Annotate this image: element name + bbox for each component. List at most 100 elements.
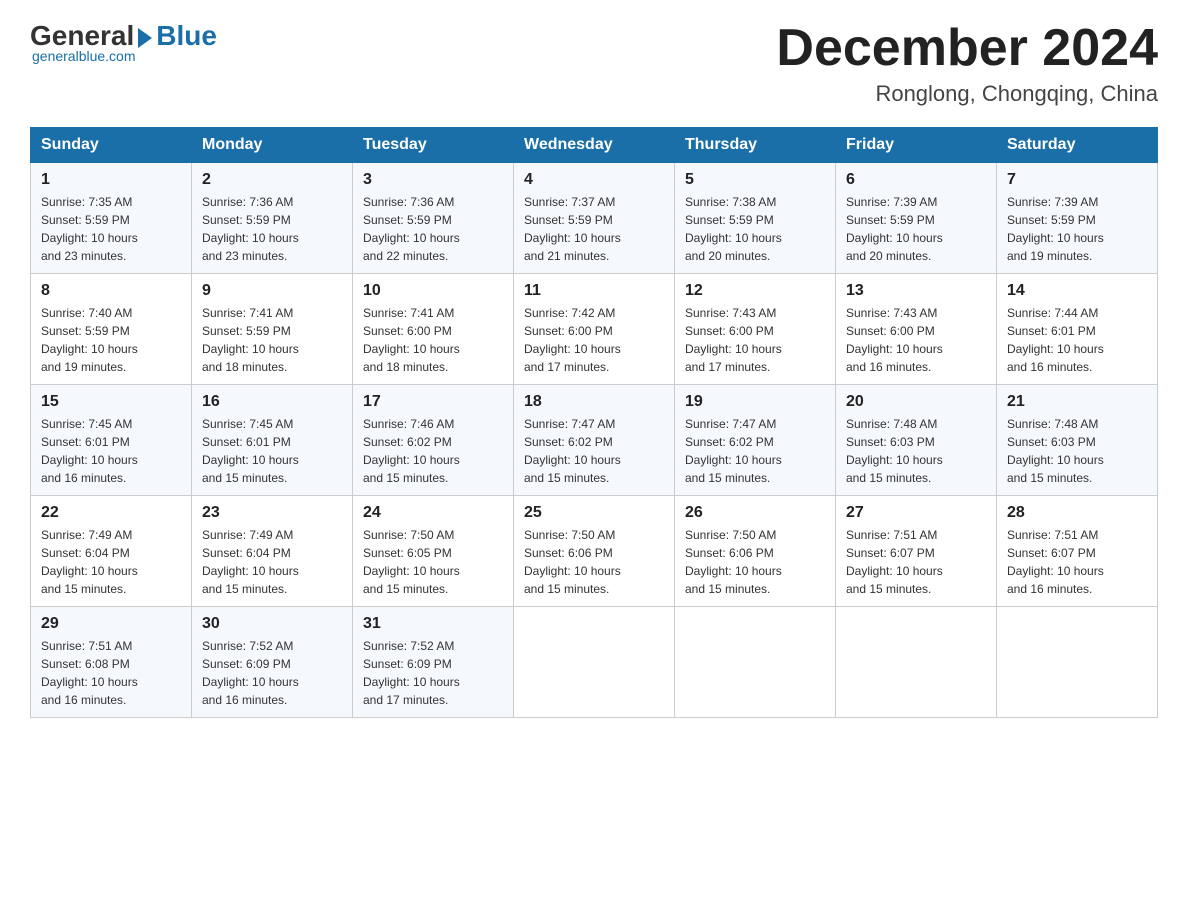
day-info: Sunrise: 7:38 AMSunset: 5:59 PMDaylight:…	[685, 195, 782, 263]
calendar-cell: 14 Sunrise: 7:44 AMSunset: 6:01 PMDayligh…	[997, 274, 1158, 385]
calendar-cell: 10 Sunrise: 7:41 AMSunset: 6:00 PMDayligh…	[353, 274, 514, 385]
day-info: Sunrise: 7:50 AMSunset: 6:06 PMDaylight:…	[685, 528, 782, 596]
day-number: 9	[202, 282, 342, 300]
day-number: 28	[1007, 504, 1147, 522]
day-number: 14	[1007, 282, 1147, 300]
day-info: Sunrise: 7:39 AMSunset: 5:59 PMDaylight:…	[1007, 195, 1104, 263]
calendar-subtitle: Ronglong, Chongqing, China	[776, 81, 1158, 107]
calendar-cell: 8 Sunrise: 7:40 AMSunset: 5:59 PMDaylight…	[31, 274, 192, 385]
calendar-cell: 31Sunrise: 7:52 AMSunset: 6:09 PMDayligh…	[353, 607, 514, 718]
day-number: 5	[685, 171, 825, 189]
day-number: 21	[1007, 393, 1147, 411]
day-number: 26	[685, 504, 825, 522]
week-row-3: 15 Sunrise: 7:45 AMSunset: 6:01 PMDayligh…	[31, 385, 1158, 496]
calendar-table: Sunday Monday Tuesday Wednesday Thursday…	[30, 127, 1158, 718]
day-info: Sunrise: 7:40 AMSunset: 5:59 PMDaylight:…	[41, 306, 138, 374]
day-info: Sunrise: 7:37 AMSunset: 5:59 PMDaylight:…	[524, 195, 621, 263]
calendar-cell: 11Sunrise: 7:42 AMSunset: 6:00 PMDayligh…	[514, 274, 675, 385]
day-info: Sunrise: 7:47 AMSunset: 6:02 PMDaylight:…	[685, 417, 782, 485]
week-row-4: 22Sunrise: 7:49 AMSunset: 6:04 PMDayligh…	[31, 496, 1158, 607]
day-info: Sunrise: 7:41 AMSunset: 5:59 PMDaylight:…	[202, 306, 299, 374]
calendar-cell	[675, 607, 836, 718]
page-header: General Blue generalblue.com December 20…	[30, 20, 1158, 107]
day-info: Sunrise: 7:45 AMSunset: 6:01 PMDaylight:…	[202, 417, 299, 485]
day-info: Sunrise: 7:39 AMSunset: 5:59 PMDaylight:…	[846, 195, 943, 263]
week-row-5: 29Sunrise: 7:51 AMSunset: 6:08 PMDayligh…	[31, 607, 1158, 718]
day-info: Sunrise: 7:44 AMSunset: 6:01 PMDaylight:…	[1007, 306, 1104, 374]
day-number: 13	[846, 282, 986, 300]
title-section: December 2024 Ronglong, Chongqing, China	[776, 20, 1158, 107]
day-number: 19	[685, 393, 825, 411]
day-number: 8	[41, 282, 181, 300]
day-info: Sunrise: 7:51 AMSunset: 6:07 PMDaylight:…	[846, 528, 943, 596]
calendar-cell: 24Sunrise: 7:50 AMSunset: 6:05 PMDayligh…	[353, 496, 514, 607]
calendar-cell: 9 Sunrise: 7:41 AMSunset: 5:59 PMDaylight…	[192, 274, 353, 385]
day-number: 12	[685, 282, 825, 300]
calendar-cell: 27 Sunrise: 7:51 AMSunset: 6:07 PMDayligh…	[836, 496, 997, 607]
calendar-cell: 5 Sunrise: 7:38 AMSunset: 5:59 PMDaylight…	[675, 163, 836, 274]
weekday-header-row: Sunday Monday Tuesday Wednesday Thursday…	[31, 128, 1158, 163]
day-info: Sunrise: 7:47 AMSunset: 6:02 PMDaylight:…	[524, 417, 621, 485]
day-info: Sunrise: 7:35 AMSunset: 5:59 PMDaylight:…	[41, 195, 138, 263]
calendar-cell: 17 Sunrise: 7:46 AMSunset: 6:02 PMDayligh…	[353, 385, 514, 496]
logo-tagline: generalblue.com	[32, 48, 136, 64]
day-number: 25	[524, 504, 664, 522]
calendar-cell: 2 Sunrise: 7:36 AMSunset: 5:59 PMDaylight…	[192, 163, 353, 274]
day-info: Sunrise: 7:48 AMSunset: 6:03 PMDaylight:…	[1007, 417, 1104, 485]
day-number: 6	[846, 171, 986, 189]
day-number: 15	[41, 393, 181, 411]
day-info: Sunrise: 7:36 AMSunset: 5:59 PMDaylight:…	[202, 195, 299, 263]
header-tuesday: Tuesday	[353, 128, 514, 163]
calendar-cell: 4 Sunrise: 7:37 AMSunset: 5:59 PMDaylight…	[514, 163, 675, 274]
calendar-cell: 26 Sunrise: 7:50 AMSunset: 6:06 PMDayligh…	[675, 496, 836, 607]
day-info: Sunrise: 7:41 AMSunset: 6:00 PMDaylight:…	[363, 306, 460, 374]
day-info: Sunrise: 7:52 AMSunset: 6:09 PMDaylight:…	[202, 639, 299, 707]
day-number: 7	[1007, 171, 1147, 189]
day-number: 1	[41, 171, 181, 189]
header-wednesday: Wednesday	[514, 128, 675, 163]
header-monday: Monday	[192, 128, 353, 163]
day-number: 4	[524, 171, 664, 189]
calendar-cell: 16 Sunrise: 7:45 AMSunset: 6:01 PMDayligh…	[192, 385, 353, 496]
calendar-cell: 12 Sunrise: 7:43 AMSunset: 6:00 PMDayligh…	[675, 274, 836, 385]
calendar-cell: 15 Sunrise: 7:45 AMSunset: 6:01 PMDayligh…	[31, 385, 192, 496]
calendar-cell: 18 Sunrise: 7:47 AMSunset: 6:02 PMDayligh…	[514, 385, 675, 496]
day-number: 2	[202, 171, 342, 189]
header-friday: Friday	[836, 128, 997, 163]
day-info: Sunrise: 7:36 AMSunset: 5:59 PMDaylight:…	[363, 195, 460, 263]
day-info: Sunrise: 7:48 AMSunset: 6:03 PMDaylight:…	[846, 417, 943, 485]
day-number: 17	[363, 393, 503, 411]
week-row-2: 8 Sunrise: 7:40 AMSunset: 5:59 PMDaylight…	[31, 274, 1158, 385]
day-number: 23	[202, 504, 342, 522]
day-info: Sunrise: 7:43 AMSunset: 6:00 PMDaylight:…	[846, 306, 943, 374]
calendar-title: December 2024	[776, 20, 1158, 77]
day-info: Sunrise: 7:50 AMSunset: 6:06 PMDaylight:…	[524, 528, 621, 596]
calendar-cell: 21 Sunrise: 7:48 AMSunset: 6:03 PMDayligh…	[997, 385, 1158, 496]
calendar-cell: 6 Sunrise: 7:39 AMSunset: 5:59 PMDaylight…	[836, 163, 997, 274]
day-number: 24	[363, 504, 503, 522]
calendar-cell: 22Sunrise: 7:49 AMSunset: 6:04 PMDayligh…	[31, 496, 192, 607]
day-info: Sunrise: 7:49 AMSunset: 6:04 PMDaylight:…	[41, 528, 138, 596]
calendar-cell: 3 Sunrise: 7:36 AMSunset: 5:59 PMDaylight…	[353, 163, 514, 274]
logo-arrow-icon	[138, 28, 152, 48]
week-row-1: 1 Sunrise: 7:35 AMSunset: 5:59 PMDaylight…	[31, 163, 1158, 274]
header-sunday: Sunday	[31, 128, 192, 163]
calendar-cell	[836, 607, 997, 718]
day-info: Sunrise: 7:45 AMSunset: 6:01 PMDaylight:…	[41, 417, 138, 485]
day-info: Sunrise: 7:46 AMSunset: 6:02 PMDaylight:…	[363, 417, 460, 485]
calendar-cell: 23Sunrise: 7:49 AMSunset: 6:04 PMDayligh…	[192, 496, 353, 607]
calendar-cell	[997, 607, 1158, 718]
logo: General Blue generalblue.com	[30, 20, 217, 64]
day-number: 11	[524, 282, 664, 300]
day-number: 10	[363, 282, 503, 300]
calendar-cell	[514, 607, 675, 718]
header-thursday: Thursday	[675, 128, 836, 163]
day-info: Sunrise: 7:43 AMSunset: 6:00 PMDaylight:…	[685, 306, 782, 374]
day-number: 18	[524, 393, 664, 411]
day-number: 20	[846, 393, 986, 411]
calendar-cell: 28Sunrise: 7:51 AMSunset: 6:07 PMDayligh…	[997, 496, 1158, 607]
day-number: 27	[846, 504, 986, 522]
day-number: 3	[363, 171, 503, 189]
day-number: 16	[202, 393, 342, 411]
calendar-cell: 1 Sunrise: 7:35 AMSunset: 5:59 PMDaylight…	[31, 163, 192, 274]
